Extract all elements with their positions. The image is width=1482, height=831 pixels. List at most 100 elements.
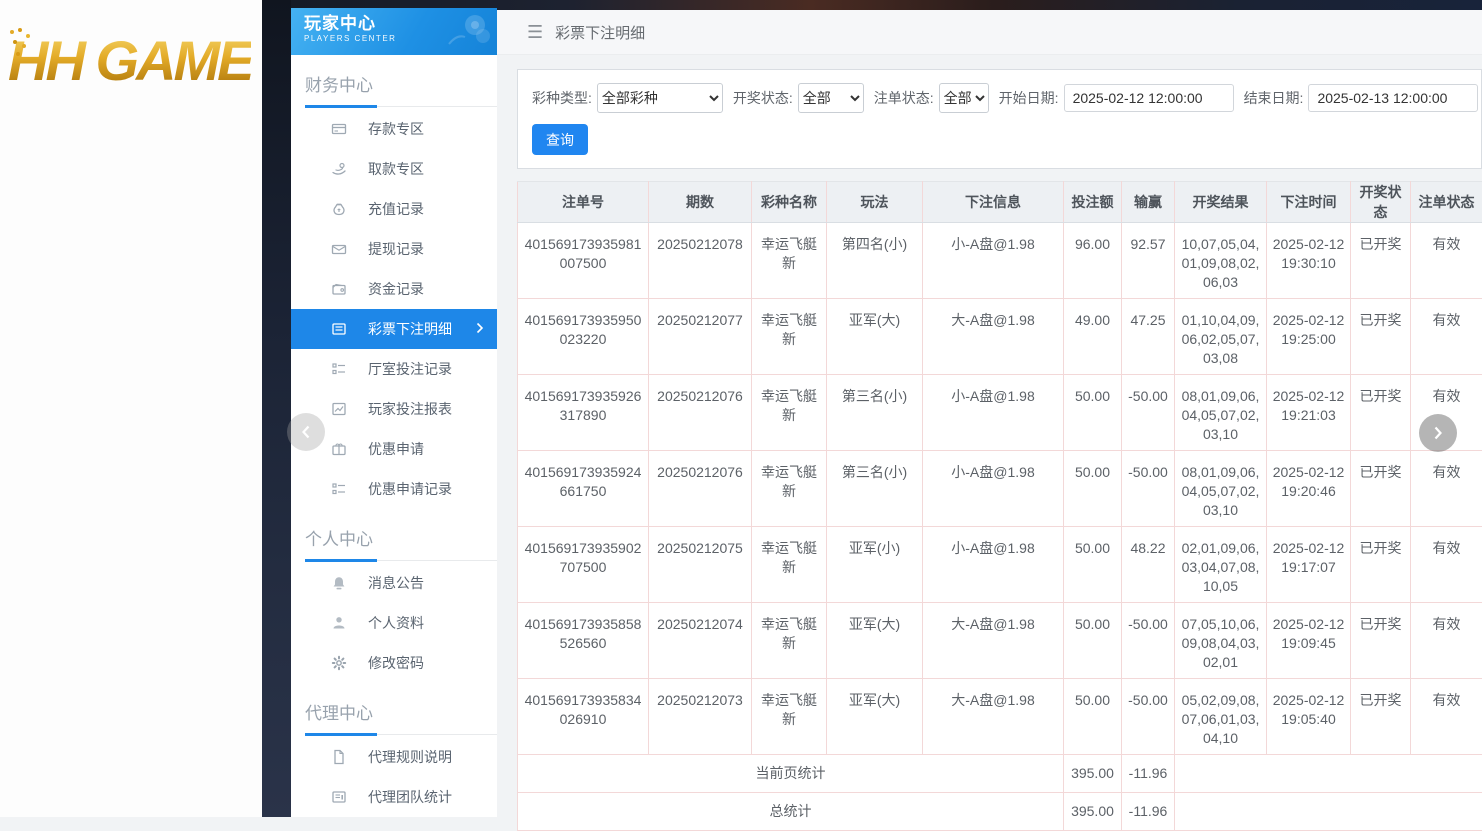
sidebar-item-promo-records[interactable]: 优惠申请记录 bbox=[291, 469, 497, 509]
cell-amount: 96.00 bbox=[1064, 223, 1122, 299]
chevron-right-icon bbox=[1432, 425, 1444, 441]
sidebar-item-label: 资金记录 bbox=[368, 279, 424, 299]
section-underline bbox=[305, 733, 377, 736]
sidebar-item-label: 消息公告 bbox=[368, 573, 424, 593]
filter-panel: 彩种类型: 全部彩种 开奖状态: 全部 注单状态: 全部 开始日期: 结束日期:… bbox=[517, 69, 1482, 169]
cell-bet-status: 有效 bbox=[1411, 223, 1482, 299]
end-date-input[interactable] bbox=[1308, 84, 1478, 112]
sidebar-item-fund-records[interactable]: 资金记录 bbox=[291, 269, 497, 309]
list-icon bbox=[330, 481, 347, 498]
sidebar-item-recharge-records[interactable]: 充值记录 bbox=[291, 189, 497, 229]
bet-status-label: 注单状态: bbox=[874, 88, 934, 108]
sidebar-item-announcements[interactable]: 消息公告 bbox=[291, 563, 497, 603]
stats-amount: 395.00 bbox=[1064, 755, 1122, 793]
cell-bet-id: 401569173935924661750 bbox=[518, 451, 649, 527]
cell-draw-status: 已开奖 bbox=[1351, 603, 1411, 679]
section-underline bbox=[305, 559, 377, 562]
cell-bet-status: 有效 bbox=[1411, 527, 1482, 603]
sidebar-item-label: 代理规则说明 bbox=[368, 747, 452, 767]
cell-result: 02,01,09,06,03,04,07,08,10,05 bbox=[1175, 527, 1267, 603]
bell-icon bbox=[330, 575, 347, 592]
sidebar-item-withdrawal-records[interactable]: 提现记录 bbox=[291, 229, 497, 269]
cell-lottery: 幸运飞艇新 bbox=[752, 451, 827, 527]
query-button[interactable]: 查询 bbox=[532, 124, 588, 155]
table-header-row: 注单号 期数 彩种名称 玩法 下注信息 投注额 输赢 开奖结果 下注时间 开奖状… bbox=[518, 182, 1482, 223]
document-icon bbox=[330, 749, 347, 766]
collapse-sidebar-button[interactable] bbox=[287, 413, 325, 451]
sidebar-item-label: 优惠申请 bbox=[368, 439, 424, 459]
cell-amount: 50.00 bbox=[1064, 375, 1122, 451]
cell-draw-status: 已开奖 bbox=[1351, 223, 1411, 299]
cell-amount: 49.00 bbox=[1064, 299, 1122, 375]
col-bet-status: 注单状态 bbox=[1411, 182, 1482, 223]
stats-label: 当前页统计 bbox=[518, 755, 1064, 793]
gamepad-icon bbox=[445, 12, 491, 48]
cell-bet-status: 有效 bbox=[1411, 679, 1482, 755]
gift-icon bbox=[330, 441, 347, 458]
cell-time: 2025-02-12 19:25:00 bbox=[1267, 299, 1351, 375]
sidebar-item-label: 代理团队统计 bbox=[368, 787, 452, 807]
money-bag-icon bbox=[330, 201, 347, 218]
cell-bet-info: 小-A盘@1.98 bbox=[923, 451, 1064, 527]
cell-play: 亚军(大) bbox=[827, 679, 923, 755]
brand-panel: HH GAME bbox=[0, 0, 262, 817]
cell-result: 05,02,09,08,07,06,01,03,04,10 bbox=[1175, 679, 1267, 755]
scroll-right-button[interactable] bbox=[1419, 414, 1457, 452]
bet-status-select[interactable]: 全部 bbox=[939, 83, 989, 113]
sidebar-item-label: 提现记录 bbox=[368, 239, 424, 259]
start-date-label: 开始日期: bbox=[999, 88, 1059, 108]
cell-lottery: 幸运飞艇新 bbox=[752, 527, 827, 603]
sidebar-item-deposit-zone[interactable]: 存款专区 bbox=[291, 109, 497, 149]
col-bet-info: 下注信息 bbox=[923, 182, 1064, 223]
cell-bet-info: 小-A盘@1.98 bbox=[923, 527, 1064, 603]
table-row: 401569173935858526560 20250212074 幸运飞艇新 … bbox=[518, 603, 1482, 679]
sidebar-item-profile[interactable]: 个人资料 bbox=[291, 603, 497, 643]
start-date-input[interactable] bbox=[1064, 84, 1234, 112]
cell-bet-info: 大-A盘@1.98 bbox=[923, 679, 1064, 755]
col-lottery-name: 彩种名称 bbox=[752, 182, 827, 223]
cell-draw-status: 已开奖 bbox=[1351, 299, 1411, 375]
sidebar-item-withdraw-zone[interactable]: 取款专区 bbox=[291, 149, 497, 189]
cell-play: 亚军(大) bbox=[827, 603, 923, 679]
hamburger-menu-icon[interactable]: ☰ bbox=[527, 22, 543, 43]
sidebar-item-lottery-bet-details[interactable]: 彩票下注明细 bbox=[291, 309, 497, 349]
cell-draw-status: 已开奖 bbox=[1351, 375, 1411, 451]
sidebar-item-label: 充值记录 bbox=[368, 199, 424, 219]
cell-winloss: -50.00 bbox=[1122, 603, 1175, 679]
end-date-label: 结束日期: bbox=[1244, 88, 1304, 108]
stats-amount: 395.00 bbox=[1064, 793, 1122, 831]
sidebar-item-label: 取款专区 bbox=[368, 159, 424, 179]
cell-bet-info: 大-A盘@1.98 bbox=[923, 299, 1064, 375]
cell-bet-id: 401569173935834026910 bbox=[518, 679, 649, 755]
cell-lottery: 幸运飞艇新 bbox=[752, 375, 827, 451]
sidebar-item-change-password[interactable]: 修改密码 bbox=[291, 643, 497, 683]
cell-draw-status: 已开奖 bbox=[1351, 679, 1411, 755]
section-personal-center: 个人中心 bbox=[305, 519, 497, 561]
section-title: 代理中心 bbox=[305, 699, 497, 724]
cell-period: 20250212078 bbox=[649, 223, 752, 299]
table-row: 401569173935950023220 20250212077 幸运飞艇新 … bbox=[518, 299, 1482, 375]
lottery-type-select[interactable]: 全部彩种 bbox=[597, 83, 723, 113]
backdrop-left-strip bbox=[262, 0, 291, 817]
col-play: 玩法 bbox=[827, 182, 923, 223]
section-title: 财务中心 bbox=[305, 71, 497, 96]
cell-result: 07,05,10,06,09,08,04,03,02,01 bbox=[1175, 603, 1267, 679]
sidebar-item-hall-bet-records[interactable]: 厅室投注记录 bbox=[291, 349, 497, 389]
cell-winloss: 47.25 bbox=[1122, 299, 1175, 375]
col-bet-id: 注单号 bbox=[518, 182, 649, 223]
cell-period: 20250212075 bbox=[649, 527, 752, 603]
cell-lottery: 幸运飞艇新 bbox=[752, 299, 827, 375]
cell-bet-status: 有效 bbox=[1411, 299, 1482, 375]
cell-play: 第三名(小) bbox=[827, 451, 923, 527]
cell-draw-status: 已开奖 bbox=[1351, 451, 1411, 527]
page-title: 彩票下注明细 bbox=[555, 22, 645, 43]
sidebar-item-agent-rules[interactable]: 代理规则说明 bbox=[291, 737, 497, 777]
draw-status-select[interactable]: 全部 bbox=[798, 83, 864, 113]
sidebar-item-agent-team-stats[interactable]: 代理团队统计 bbox=[291, 777, 497, 817]
cell-time: 2025-02-12 19:17:07 bbox=[1267, 527, 1351, 603]
cell-lottery: 幸运飞艇新 bbox=[752, 603, 827, 679]
draw-status-label: 开奖状态: bbox=[733, 88, 793, 108]
gear-icon bbox=[330, 655, 347, 672]
main-content: ☰ 彩票下注明细 彩种类型: 全部彩种 开奖状态: 全部 注单状态: 全部 开始… bbox=[497, 10, 1482, 817]
cell-time: 2025-02-12 19:21:03 bbox=[1267, 375, 1351, 451]
